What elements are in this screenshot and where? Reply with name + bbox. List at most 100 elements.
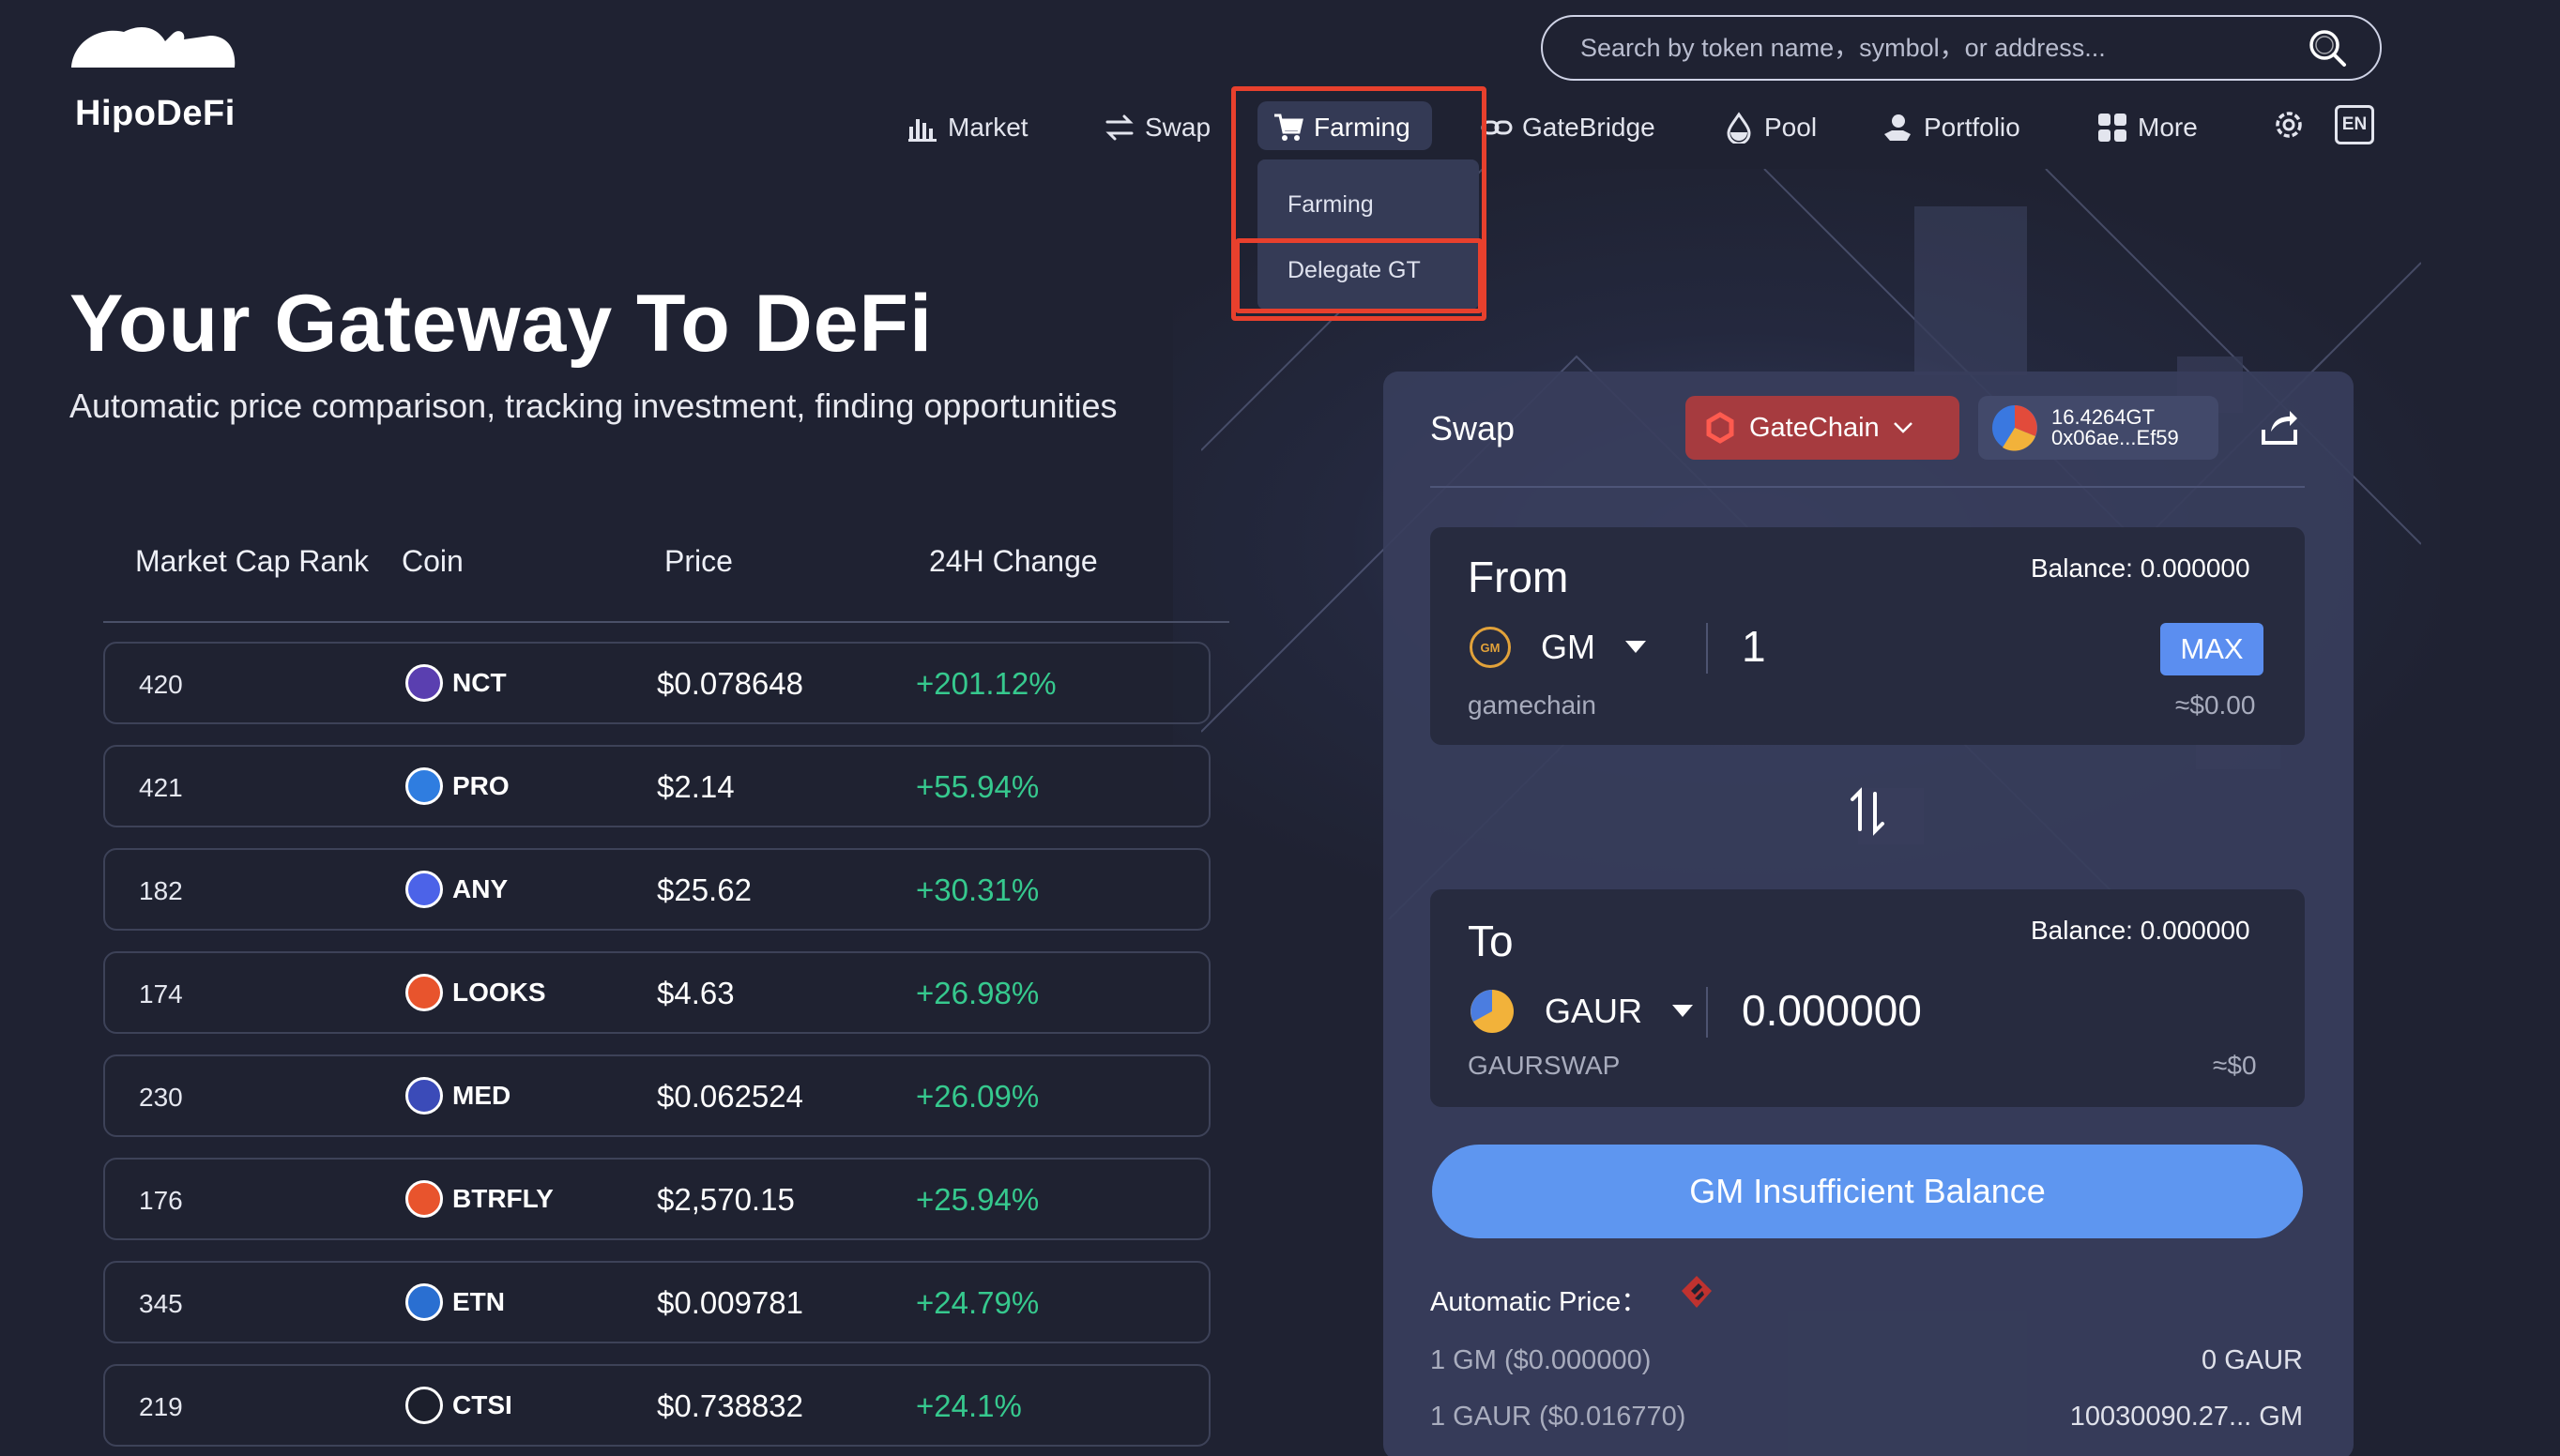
- grid-icon: [2098, 114, 2126, 142]
- gaur-token-icon: [1470, 990, 1514, 1033]
- search-input[interactable]: [1580, 33, 2307, 63]
- coin-icon: [405, 974, 443, 1011]
- from-divider: [1706, 623, 1708, 674]
- wallet-avatar-icon: [1992, 405, 2037, 451]
- rate-right-1: 0 GAUR: [2202, 1345, 2303, 1375]
- coin-icon: [405, 1387, 443, 1424]
- swap-title: Swap: [1430, 409, 1516, 447]
- nav-label: GateBridge: [1522, 113, 1655, 142]
- to-amount-output: 0.000000: [1742, 986, 1922, 1035]
- wallet-address: 0x06ae...Ef59: [2051, 426, 2179, 449]
- to-token-chain: GAURSWAP: [1468, 1051, 1621, 1080]
- coin-icon: [405, 767, 443, 805]
- max-button[interactable]: MAX: [2160, 623, 2263, 675]
- coin-icon: [405, 1283, 443, 1321]
- language-button[interactable]: EN: [2335, 105, 2374, 144]
- rate-left-1: 1 GM ($0.000000): [1430, 1345, 1652, 1375]
- from-amount-input[interactable]: 1: [1742, 621, 1766, 672]
- gm-token-icon: GM: [1470, 627, 1511, 668]
- price-cell: $25.62: [657, 872, 752, 907]
- nav-label: More: [2138, 113, 2198, 142]
- from-token-selector[interactable]: GM GM: [1470, 627, 1646, 668]
- coin-symbol: NCT: [452, 668, 507, 697]
- from-token-name: GM: [1541, 628, 1595, 666]
- coin-cell: CTSI: [405, 1387, 512, 1424]
- coin-symbol: ANY: [452, 874, 509, 903]
- change-cell: +24.79%: [916, 1285, 1040, 1320]
- table-row[interactable]: 420 NCT $0.078648 +201.12%: [103, 642, 1211, 724]
- chevron-down-icon: [1893, 422, 1912, 433]
- change-cell: +26.09%: [916, 1079, 1040, 1114]
- from-balance: Balance: 0.000000: [2031, 554, 2250, 583]
- table-row[interactable]: 176 BTRFLY $2,570.15 +25.94%: [103, 1158, 1211, 1240]
- price-cell: $0.009781: [657, 1285, 803, 1320]
- to-divider: [1706, 987, 1708, 1038]
- rank-cell: 176: [139, 1186, 183, 1215]
- coin-symbol: ETN: [452, 1287, 505, 1316]
- table-row[interactable]: 421 PRO $2.14 +55.94%: [103, 745, 1211, 827]
- nav-gatebridge[interactable]: GateBridge: [1481, 105, 1655, 150]
- rank-cell: 174: [139, 979, 183, 1009]
- nav-pool[interactable]: Pool: [1723, 105, 1817, 150]
- gatechain-icon: [1706, 412, 1734, 444]
- nav-portfolio[interactable]: Portfolio: [1882, 105, 2020, 150]
- insufficient-balance-button[interactable]: GM Insufficient Balance: [1432, 1145, 2303, 1238]
- chain-selector-button[interactable]: GateChain: [1685, 396, 1959, 460]
- table-row[interactable]: 219 CTSI $0.738832 +24.1%: [103, 1364, 1211, 1447]
- column-header-coin[interactable]: Coin: [402, 544, 464, 579]
- coin-cell: ETN: [405, 1283, 505, 1321]
- price-cell: $2.14: [657, 769, 735, 804]
- table-row[interactable]: 182 ANY $25.62 +30.31%: [103, 848, 1211, 931]
- from-label: From: [1468, 553, 1569, 601]
- card-divider: [1430, 486, 2305, 488]
- chain-name: GateChain: [1749, 412, 1880, 443]
- hero-subtitle: Automatic price comparison, tracking inv…: [69, 387, 1118, 425]
- table-row[interactable]: 230 MED $0.062524 +26.09%: [103, 1054, 1211, 1137]
- coin-cell: NCT: [405, 664, 507, 702]
- coin-symbol: PRO: [452, 771, 510, 800]
- column-header-price[interactable]: Price: [664, 544, 733, 579]
- column-header-rank[interactable]: Market Cap Rank: [135, 544, 369, 579]
- dropdown-item-delegate-gt[interactable]: Delegate GT: [1288, 257, 1421, 284]
- nav-swap[interactable]: Swap: [1104, 105, 1211, 150]
- swap-direction-icon[interactable]: [1845, 786, 1890, 837]
- table-header-divider: [103, 621, 1229, 623]
- coin-cell: BTRFLY: [405, 1180, 554, 1218]
- change-cell: +30.31%: [916, 872, 1040, 907]
- change-cell: +55.94%: [916, 769, 1040, 804]
- coin-symbol: CTSI: [452, 1390, 512, 1419]
- coin-icon: [405, 1180, 443, 1218]
- to-label: To: [1468, 917, 1514, 965]
- to-token-selector[interactable]: GAUR: [1470, 989, 1694, 1034]
- rank-cell: 219: [139, 1392, 183, 1421]
- wallet-button[interactable]: 16.4264GT 0x06ae...Ef59: [1978, 396, 2218, 460]
- app-name: HipoDeFi: [75, 94, 236, 133]
- rank-cell: 345: [139, 1289, 183, 1318]
- column-header-change[interactable]: 24H Change: [929, 544, 1098, 579]
- rank-cell: 230: [139, 1083, 183, 1112]
- nav-more[interactable]: More: [2096, 105, 2198, 150]
- price-cell: $2,570.15: [657, 1182, 795, 1217]
- table-row[interactable]: 345 ETN $0.009781 +24.79%: [103, 1261, 1211, 1343]
- gear-icon[interactable]: [2269, 105, 2309, 144]
- price-cell: $0.078648: [657, 666, 803, 701]
- rate-right-2: 10030090.27... GM: [2069, 1402, 2303, 1432]
- bar-chart-icon: [908, 119, 937, 142]
- search-icon[interactable]: [2307, 27, 2348, 68]
- change-cell: +201.12%: [916, 666, 1057, 701]
- aggregator-logo-icon: [1682, 1276, 1712, 1308]
- table-row[interactable]: 174 LOOKS $4.63 +26.98%: [103, 951, 1211, 1034]
- nav-label: Swap: [1145, 113, 1211, 142]
- coin-icon: [405, 664, 443, 702]
- search-bar[interactable]: [1541, 15, 2382, 81]
- rank-cell: 420: [139, 670, 183, 699]
- hippo-logo[interactable]: [68, 23, 238, 71]
- to-token-name: GAUR: [1545, 992, 1643, 1030]
- share-icon[interactable]: [2258, 405, 2301, 448]
- nav-market[interactable]: Market: [907, 105, 1029, 150]
- dropdown-item-farming[interactable]: Farming: [1288, 191, 1374, 219]
- swap-arrows-icon: [1105, 114, 1134, 141]
- rank-cell: 421: [139, 773, 183, 802]
- wallet-balance: 16.4264GT: [2051, 405, 2156, 429]
- nav-label: Market: [948, 113, 1029, 142]
